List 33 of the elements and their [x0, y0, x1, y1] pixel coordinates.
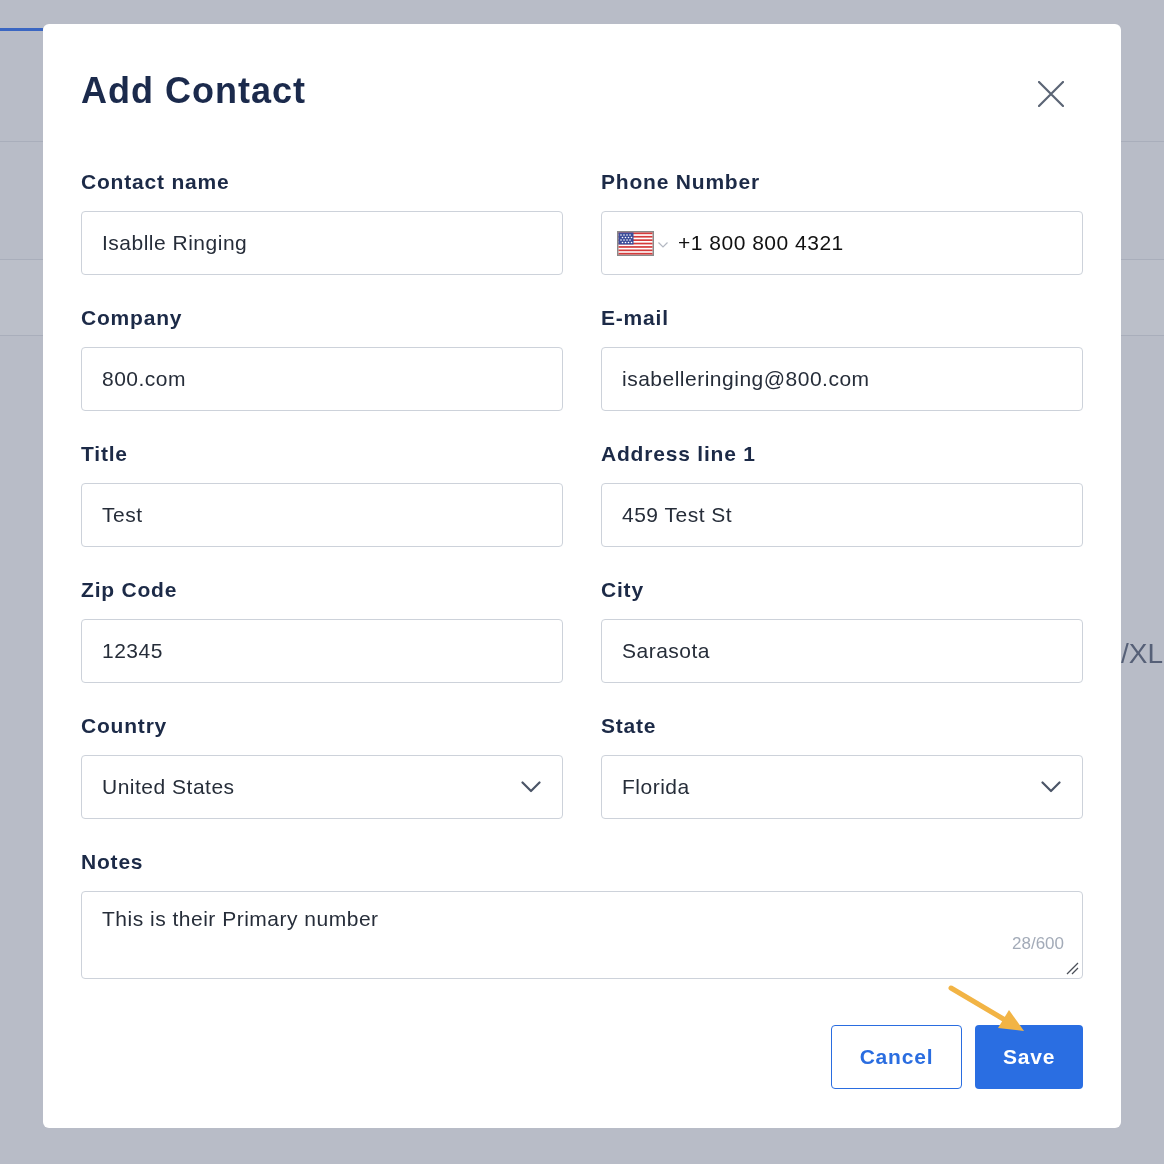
dropdown-field[interactable]: Florida: [601, 755, 1083, 819]
character-counter: 28/600: [1012, 934, 1064, 954]
dropdown-field[interactable]: United States: [81, 755, 563, 819]
field-label: E-mail: [601, 305, 669, 331]
field-label: Phone Number: [601, 169, 760, 195]
close-icon[interactable]: [1038, 81, 1064, 107]
background-text: /XL: [1121, 638, 1164, 669]
input-field[interactable]: Test: [81, 483, 563, 547]
field-label: Notes: [81, 849, 144, 875]
flag-icon[interactable]: [617, 230, 654, 256]
input-field[interactable]: Sarasota: [601, 619, 1083, 683]
field-label: Country: [81, 713, 168, 739]
field-label: City: [601, 577, 644, 603]
field-label: Address line 1: [601, 441, 756, 467]
input-field[interactable]: isabelleringing@800.com: [601, 347, 1083, 411]
resize-handle-icon[interactable]: [1066, 962, 1079, 975]
tab-underline: [0, 28, 43, 31]
field-label: State: [601, 713, 657, 739]
input-field[interactable]: 459 Test St: [601, 483, 1083, 547]
field-label: Company: [81, 305, 183, 331]
field-label: Contact name: [81, 169, 230, 195]
field-label: Zip Code: [81, 577, 178, 603]
chevron-down-icon: [1041, 781, 1061, 793]
cancel-button[interactable]: Cancel: [831, 1025, 962, 1089]
field-label: Title: [81, 441, 128, 467]
phone-field[interactable]: +1 800 800 4321: [601, 211, 1083, 275]
input-field[interactable]: 800.com: [81, 347, 563, 411]
save-button[interactable]: Save: [975, 1025, 1083, 1089]
input-field[interactable]: 12345: [81, 619, 563, 683]
notes-field[interactable]: This is their Primary number 28/600: [81, 891, 1083, 979]
dialog-title: Add Contact: [81, 69, 306, 113]
chevron-down-icon: [521, 781, 541, 793]
input-field[interactable]: Isablle Ringing: [81, 211, 563, 275]
